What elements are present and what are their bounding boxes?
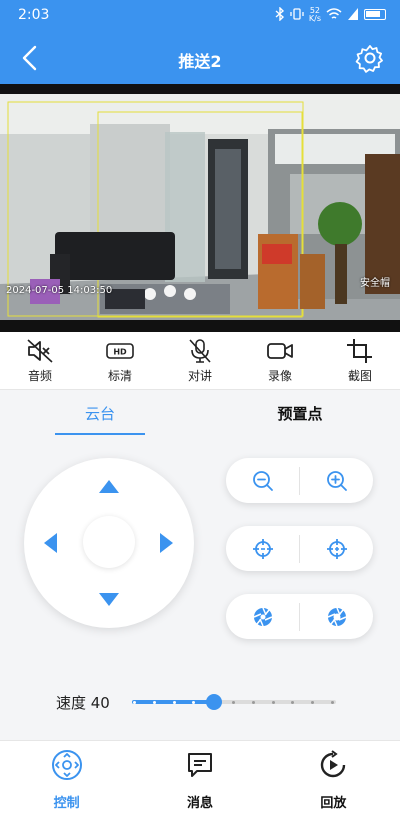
bottom-nav: 控制 消息 回放 xyxy=(0,740,400,829)
focus-near-icon xyxy=(252,538,273,559)
screenshot-button[interactable]: 截图 xyxy=(320,332,400,389)
speaker-muted-icon xyxy=(27,339,53,363)
wifi-icon xyxy=(326,8,342,19)
audio-label: 音频 xyxy=(27,369,52,383)
tab-presets[interactable]: 预置点 xyxy=(200,392,400,436)
status-icons: 52 K/s xyxy=(275,7,386,23)
playback-icon xyxy=(321,750,346,778)
video-toolbar: 音频 HD 标清 对讲 录像 截图 xyxy=(0,332,400,390)
zoom-control xyxy=(226,458,373,503)
control-tabs: 云台 预置点 xyxy=(0,392,400,436)
focus-control xyxy=(226,526,373,571)
gear-icon[interactable] xyxy=(354,42,386,74)
live-video[interactable]: 2024-07-05 14:03:50 安全帽 xyxy=(0,84,400,332)
focus-near-button[interactable] xyxy=(226,526,299,571)
audio-button[interactable]: 音频 xyxy=(0,332,80,389)
net-speed-unit: K/s xyxy=(308,14,321,23)
zoom-in-button[interactable] xyxy=(300,458,373,503)
status-time: 2:03 xyxy=(18,7,50,23)
speed-slider-tick xyxy=(311,700,314,704)
screenshot-label: 截图 xyxy=(347,369,372,383)
crop-icon xyxy=(347,339,372,363)
dpad-icon xyxy=(51,750,82,780)
zoom-out-icon xyxy=(252,470,273,491)
hd-badge-text: HD xyxy=(113,348,127,357)
nav-playback-label: 回放 xyxy=(320,796,347,811)
zoom-in-icon xyxy=(326,470,347,491)
arrow-left-icon[interactable] xyxy=(44,533,57,553)
speed-slider-tick xyxy=(272,700,275,704)
speed-slider-tick xyxy=(173,700,176,704)
mic-muted-icon xyxy=(189,339,211,363)
iris-close-icon xyxy=(253,607,272,626)
speed-slider-tick xyxy=(133,700,136,704)
focus-far-button[interactable] xyxy=(300,526,373,571)
speed-slider-tick xyxy=(331,700,334,704)
speed-slider-tick xyxy=(252,700,255,704)
arrow-right-icon[interactable] xyxy=(160,533,173,553)
speed-slider[interactable] xyxy=(132,694,336,710)
message-icon xyxy=(187,753,212,777)
tab-ptz[interactable]: 云台 xyxy=(0,392,200,436)
nav-control-label: 控制 xyxy=(53,796,80,811)
nav-control[interactable]: 控制 xyxy=(0,741,133,829)
iris-close-button[interactable] xyxy=(226,594,299,639)
record-label: 录像 xyxy=(267,369,292,383)
intercom-button[interactable]: 对讲 xyxy=(160,332,240,389)
speed-label: 速度 40 xyxy=(56,694,110,712)
speed-slider-tick xyxy=(153,700,156,704)
hd-icon: HD xyxy=(106,343,134,359)
quality-button[interactable]: HD 标清 xyxy=(80,332,160,389)
speed-slider-tick xyxy=(232,700,235,704)
net-speed: 52 K/s xyxy=(308,7,321,23)
nav-playback[interactable]: 回放 xyxy=(267,741,400,829)
vibrate-icon xyxy=(290,8,304,20)
iris-control xyxy=(226,594,373,639)
quality-label: 标清 xyxy=(107,369,132,383)
speed-slider-thumb[interactable] xyxy=(206,694,222,710)
arrow-up-icon[interactable] xyxy=(99,480,119,493)
arrow-down-icon[interactable] xyxy=(99,593,119,606)
direction-pad xyxy=(24,458,194,628)
speed-slider-tick xyxy=(192,700,195,704)
speed-slider-tick xyxy=(291,700,294,704)
nav-messages-label: 消息 xyxy=(186,796,213,811)
nav-messages[interactable]: 消息 xyxy=(133,741,266,829)
iris-open-icon xyxy=(327,607,346,626)
video-label: 安全帽 xyxy=(360,278,390,289)
status-bar: 2:03 52 K/s xyxy=(0,0,400,32)
zoom-out-button[interactable] xyxy=(226,458,299,503)
header: 推送2 xyxy=(0,32,400,84)
dpad-center-button[interactable] xyxy=(83,516,135,568)
top-bar: 2:03 52 K/s 推送2 xyxy=(0,0,400,84)
iris-open-button[interactable] xyxy=(300,594,373,639)
bluetooth-icon xyxy=(275,7,284,21)
video-camera-icon xyxy=(267,343,293,359)
intercom-label: 对讲 xyxy=(187,369,212,383)
signal-icon xyxy=(348,8,358,20)
focus-far-icon xyxy=(326,538,347,559)
battery-icon xyxy=(364,8,386,20)
video-timestamp: 2024-07-05 14:03:50 xyxy=(6,285,113,296)
record-button[interactable]: 录像 xyxy=(240,332,320,389)
page-title: 推送2 xyxy=(178,52,222,71)
